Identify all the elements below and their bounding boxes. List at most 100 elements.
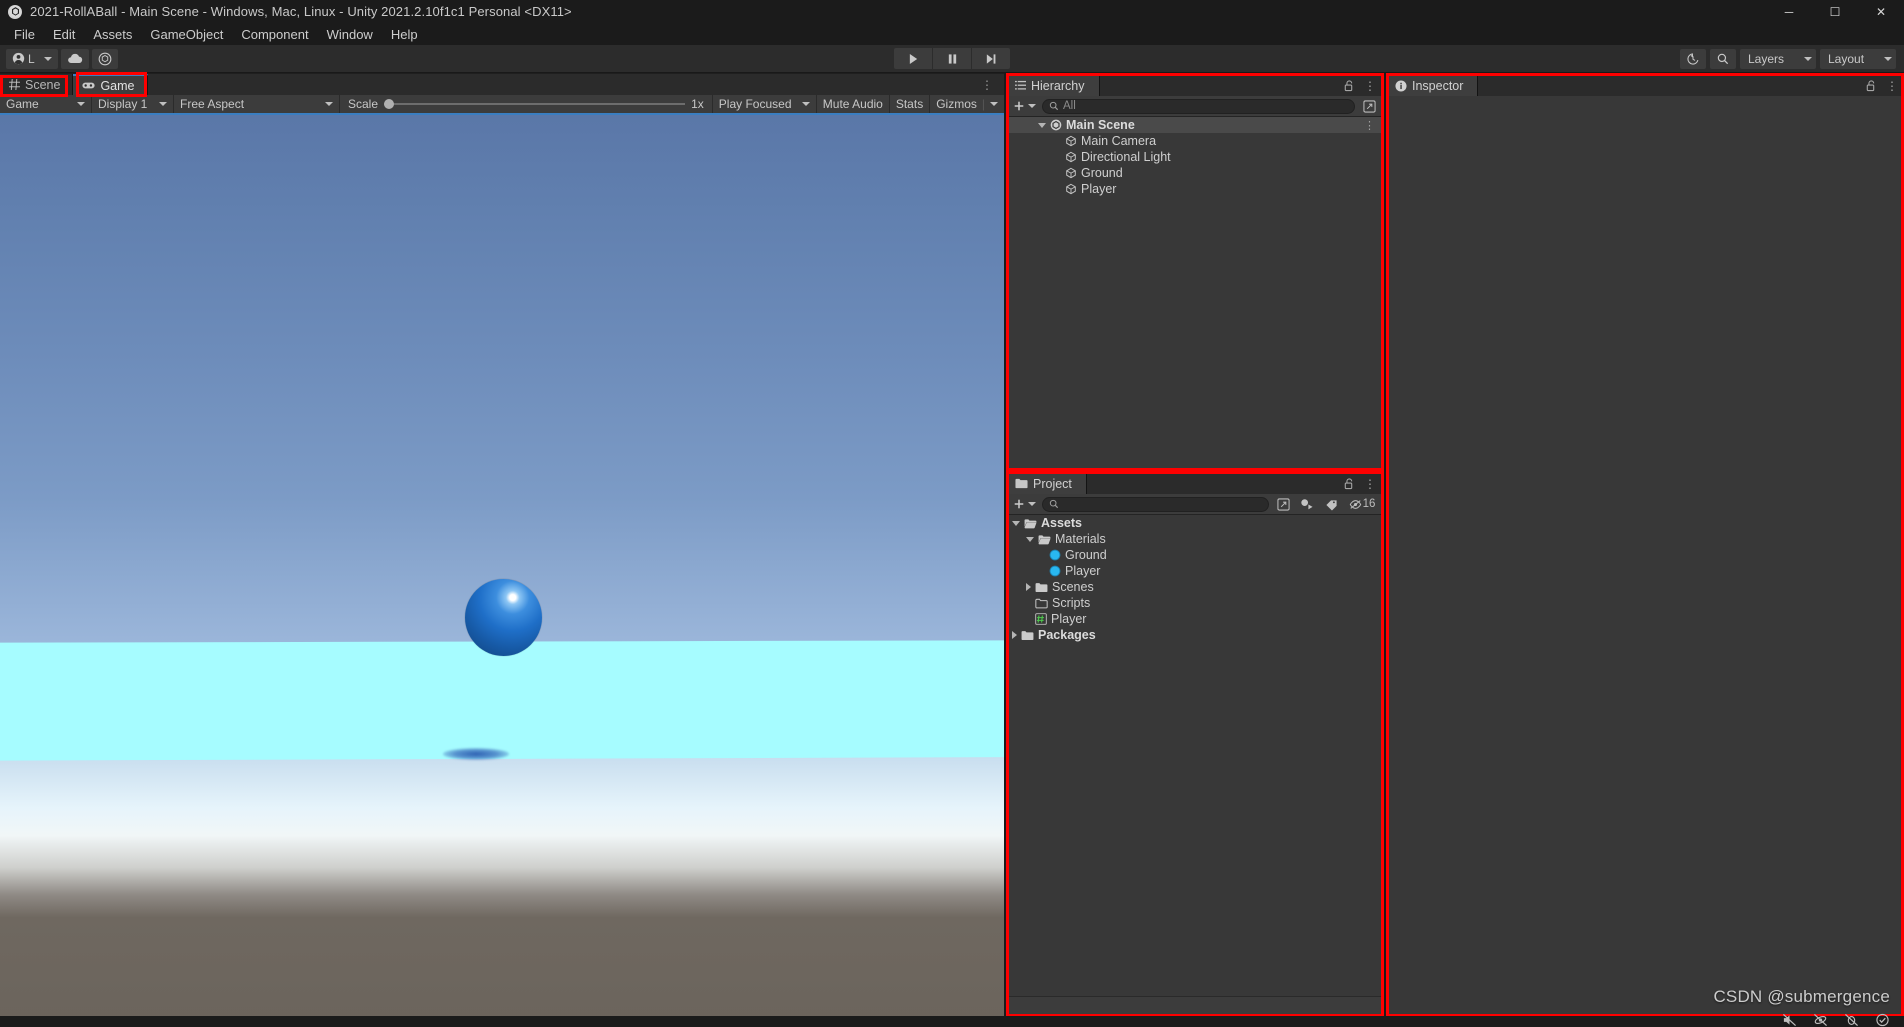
tree-row[interactable]: Player bbox=[1008, 611, 1382, 627]
hierarchy-add-button[interactable] bbox=[1011, 100, 1038, 112]
title-bar: 2021-RollABall - Main Scene - Windows, M… bbox=[0, 0, 1904, 23]
scale-slider[interactable] bbox=[384, 103, 685, 105]
history-button[interactable] bbox=[1680, 49, 1706, 69]
lock-open-icon[interactable] bbox=[1866, 80, 1877, 92]
project-filter-label-button[interactable] bbox=[1321, 496, 1341, 513]
project-add-button[interactable] bbox=[1011, 498, 1038, 510]
view-menu-kebab-icon[interactable]: ⋮ bbox=[981, 78, 994, 92]
tree-row[interactable]: Scripts bbox=[1008, 595, 1382, 611]
chevron-down-icon[interactable] bbox=[1026, 537, 1034, 542]
network-off-icon[interactable] bbox=[1813, 1013, 1828, 1027]
hierarchy-open-window-button[interactable] bbox=[1359, 98, 1379, 115]
lock-open-icon[interactable] bbox=[1344, 478, 1355, 490]
project-filter-type-button[interactable] bbox=[1297, 496, 1317, 513]
main-toolbar: L bbox=[0, 45, 1904, 73]
maximize-button[interactable]: ☐ bbox=[1812, 0, 1858, 23]
hierarchy-list-icon bbox=[1015, 80, 1026, 91]
hierarchy-menu-kebab-icon[interactable]: ⋮ bbox=[1364, 79, 1376, 93]
search-button[interactable] bbox=[1710, 49, 1736, 69]
display-dropdown[interactable]: Display 1 bbox=[92, 95, 174, 113]
project-tree[interactable]: AssetsMaterialsGroundPlayerScenesScripts… bbox=[1008, 515, 1382, 996]
tab-inspector[interactable]: Inspector bbox=[1388, 75, 1478, 96]
project-search-input[interactable] bbox=[1042, 497, 1269, 512]
chevron-down-icon[interactable] bbox=[1038, 123, 1046, 128]
playmode-dropdown[interactable]: Play Focused bbox=[713, 95, 817, 113]
menu-window[interactable]: Window bbox=[318, 25, 382, 44]
check-circle-icon[interactable] bbox=[1875, 1013, 1890, 1027]
history-icon bbox=[1686, 52, 1700, 66]
layout-label: Layout bbox=[1828, 52, 1864, 66]
bug-off-icon[interactable] bbox=[1844, 1013, 1859, 1027]
row-menu-kebab-icon[interactable]: ⋮ bbox=[1364, 119, 1375, 132]
chevron-right-icon[interactable] bbox=[1026, 583, 1031, 591]
tab-hierarchy[interactable]: Hierarchy bbox=[1008, 75, 1100, 96]
tree-row[interactable]: Main Camera bbox=[1008, 133, 1382, 149]
tree-row-label: Player bbox=[1065, 564, 1100, 578]
scale-slider-knob[interactable] bbox=[384, 99, 394, 109]
hierarchy-search-input[interactable]: All bbox=[1042, 99, 1355, 114]
pause-button[interactable] bbox=[933, 48, 971, 69]
hierarchy-tree[interactable]: Main Scene⋮Main CameraDirectional LightG… bbox=[1008, 117, 1382, 470]
tree-row[interactable]: Directional Light bbox=[1008, 149, 1382, 165]
menu-assets[interactable]: Assets bbox=[84, 25, 141, 44]
game-render-canvas[interactable] bbox=[0, 115, 1004, 1027]
mute-audio-label: Mute Audio bbox=[823, 97, 883, 111]
close-button[interactable]: ✕ bbox=[1858, 0, 1904, 23]
tree-row[interactable]: Assets bbox=[1008, 515, 1382, 531]
project-open-window-button[interactable] bbox=[1273, 496, 1293, 513]
layers-dropdown[interactable]: Layers bbox=[1740, 49, 1816, 69]
watermark-text: CSDN @submergence bbox=[1713, 987, 1890, 1007]
tree-row[interactable]: Ground bbox=[1008, 547, 1382, 563]
gameobject-cube-icon bbox=[1065, 167, 1077, 179]
project-footer bbox=[1008, 996, 1382, 1016]
unity-logo-icon bbox=[8, 5, 22, 19]
lock-open-icon[interactable] bbox=[1344, 80, 1355, 92]
minimize-button[interactable]: ─ bbox=[1766, 0, 1812, 23]
project-asset-count-label: 16 bbox=[1363, 498, 1376, 510]
tab-scene[interactable]: Scene bbox=[0, 74, 73, 95]
tree-row[interactable]: Main Scene⋮ bbox=[1008, 117, 1382, 133]
layout-dropdown[interactable]: Layout bbox=[1820, 49, 1896, 69]
tree-row-label: Ground bbox=[1081, 166, 1123, 180]
tab-project[interactable]: Project bbox=[1008, 473, 1087, 494]
menu-edit[interactable]: Edit bbox=[44, 25, 84, 44]
hierarchy-search-placeholder: All bbox=[1063, 100, 1076, 112]
tree-row-label: Main Camera bbox=[1081, 134, 1156, 148]
tree-row[interactable]: Packages bbox=[1008, 627, 1382, 643]
account-button[interactable]: L bbox=[6, 49, 58, 69]
project-searchrow: 16 bbox=[1008, 494, 1382, 515]
menu-component[interactable]: Component bbox=[232, 25, 317, 44]
folder-open-icon bbox=[1024, 518, 1037, 529]
game-viewmode-dropdown[interactable]: Game bbox=[0, 95, 92, 113]
chevron-right-icon[interactable] bbox=[1012, 631, 1017, 639]
play-button[interactable] bbox=[894, 48, 932, 69]
tree-row-label: Materials bbox=[1055, 532, 1106, 546]
tree-row[interactable]: Player bbox=[1008, 181, 1382, 197]
menu-gameobject[interactable]: GameObject bbox=[141, 25, 232, 44]
tree-row[interactable]: Ground bbox=[1008, 165, 1382, 181]
tree-row[interactable]: Materials bbox=[1008, 531, 1382, 547]
tab-project-label: Project bbox=[1033, 477, 1072, 491]
tab-game[interactable]: Game bbox=[73, 74, 147, 95]
layers-label: Layers bbox=[1748, 52, 1784, 66]
stats-toggle[interactable]: Stats bbox=[890, 95, 930, 113]
game-view-toolbar: Game Display 1 Free Aspect Scale 1x P bbox=[0, 95, 1004, 115]
scale-slider-group[interactable]: Scale 1x bbox=[340, 95, 713, 113]
step-button[interactable] bbox=[972, 48, 1010, 69]
cloud-button[interactable] bbox=[61, 49, 89, 69]
menu-file[interactable]: File bbox=[5, 25, 44, 44]
chevron-down-icon[interactable] bbox=[1012, 521, 1020, 526]
project-menu-kebab-icon[interactable]: ⋮ bbox=[1364, 477, 1376, 491]
aspect-dropdown[interactable]: Free Aspect bbox=[174, 95, 340, 113]
collab-button[interactable] bbox=[92, 49, 118, 69]
mute-audio-toggle[interactable]: Mute Audio bbox=[817, 95, 890, 113]
gizmos-dropdown[interactable]: Gizmos | bbox=[930, 95, 1004, 113]
tree-row-label: Scenes bbox=[1052, 580, 1094, 594]
tree-row[interactable]: Player bbox=[1008, 563, 1382, 579]
tree-row[interactable]: Scenes bbox=[1008, 579, 1382, 595]
mute-icon[interactable] bbox=[1782, 1013, 1797, 1027]
gameobject-cube-icon bbox=[1065, 183, 1077, 195]
unity-scene-icon bbox=[1050, 119, 1062, 131]
inspector-menu-kebab-icon[interactable]: ⋮ bbox=[1886, 79, 1898, 93]
menu-help[interactable]: Help bbox=[382, 25, 427, 44]
